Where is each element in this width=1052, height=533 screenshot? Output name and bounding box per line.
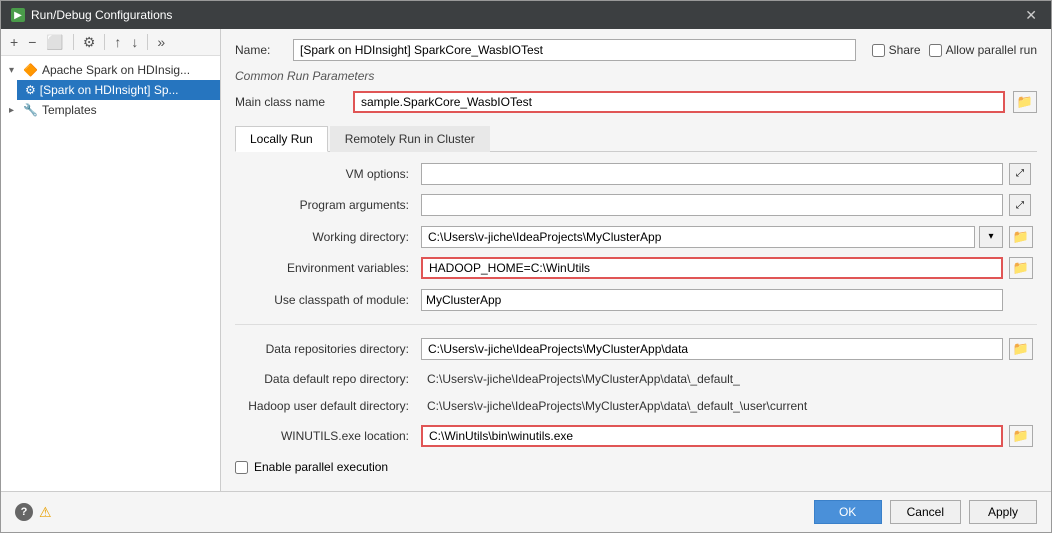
bottom-left: ? ⚠ — [15, 503, 52, 521]
env-vars-folder-button[interactable]: 📁 — [1009, 257, 1033, 279]
vm-options-label: VM options: — [235, 167, 415, 181]
right-panel: Name: Share Allow parallel run Common Ru… — [221, 29, 1051, 491]
hadoop-user-value: C:\Users\v-jiche\IdeaProjects\MyClusterA… — [421, 397, 1003, 415]
name-input[interactable] — [293, 39, 856, 61]
settings-button[interactable]: ⚙ — [80, 33, 99, 51]
main-content: + − ⬜ ⚙ ↑ ↓ » ▾ 🔶 Apache Spark on HDInsi… — [1, 29, 1051, 491]
copy-config-button[interactable]: ⬜ — [43, 33, 66, 51]
more-button[interactable]: » — [154, 33, 168, 51]
remove-config-button[interactable]: − — [25, 33, 39, 51]
allow-parallel-checkbox[interactable] — [929, 44, 942, 57]
env-vars-label: Environment variables: — [235, 261, 415, 275]
toolbar-separator3 — [147, 34, 148, 50]
enable-parallel-row: Enable parallel execution — [235, 456, 1037, 478]
main-class-label: Main class name — [235, 95, 345, 109]
data-default-value: C:\Users\v-jiche\IdeaProjects\MyClusterA… — [421, 370, 1003, 388]
main-class-input[interactable] — [353, 91, 1005, 113]
allow-parallel-label: Allow parallel run — [946, 43, 1037, 57]
share-row: Share Allow parallel run — [872, 43, 1037, 57]
env-vars-input[interactable] — [421, 257, 1003, 279]
warning-icon: ⚠ — [39, 504, 52, 521]
share-checkbox[interactable] — [872, 44, 885, 57]
hadoop-user-label: Hadoop user default directory: — [235, 399, 415, 413]
winutils-label: WINUTILS.exe location: — [235, 429, 415, 443]
tree-label-spark-hdinsight: [Spark on HDInsight] Sp... — [40, 83, 179, 97]
data-repo-label: Data repositories directory: — [235, 342, 415, 356]
data-default-label: Data default repo directory: — [235, 372, 415, 386]
toolbar-separator2 — [104, 34, 105, 50]
apply-button[interactable]: Apply — [969, 500, 1037, 524]
tab-bar: Locally Run Remotely Run in Cluster — [235, 125, 1037, 152]
ok-button[interactable]: OK — [814, 500, 882, 524]
working-dir-row: ▾ — [421, 226, 1003, 248]
share-label: Share — [889, 43, 921, 57]
program-args-expand-button[interactable]: ⤢ — [1009, 194, 1031, 216]
config-tree: ▾ 🔶 Apache Spark on HDInsig... ⚙ [Spark … — [1, 56, 220, 491]
tab-remotely-run[interactable]: Remotely Run in Cluster — [330, 126, 490, 152]
spark-hdinsight-icon: ⚙ — [25, 83, 36, 97]
allow-parallel-checkbox-label[interactable]: Allow parallel run — [929, 43, 1037, 57]
templates-icon: 🔧 — [23, 103, 38, 117]
winutils-folder-button[interactable]: 📁 — [1009, 425, 1033, 447]
expand-arrow-templates: ▸ — [9, 105, 19, 116]
cancel-button[interactable]: Cancel — [890, 500, 961, 524]
vm-options-input[interactable] — [421, 163, 1003, 185]
share-checkbox-label[interactable]: Share — [872, 43, 921, 57]
left-panel: + − ⬜ ⚙ ↑ ↓ » ▾ 🔶 Apache Spark on HDInsi… — [1, 29, 221, 491]
bottom-right: OK Cancel Apply — [814, 500, 1037, 524]
tree-item-templates[interactable]: ▸ 🔧 Templates — [1, 100, 220, 120]
help-button[interactable]: ? — [15, 503, 33, 521]
config-toolbar: + − ⬜ ⚙ ↑ ↓ » — [1, 29, 220, 56]
toolbar-separator — [73, 34, 74, 50]
program-args-input[interactable] — [421, 194, 1003, 216]
locally-run-form: VM options: ⤢ Program arguments: ⤢ Worki… — [235, 160, 1037, 481]
name-row: Name: Share Allow parallel run — [235, 39, 1037, 61]
working-dir-label: Working directory: — [235, 230, 415, 244]
add-config-button[interactable]: + — [7, 33, 21, 51]
bottom-bar: ? ⚠ OK Cancel Apply — [1, 491, 1051, 532]
data-repo-folder-button[interactable]: 📁 — [1009, 338, 1033, 360]
classpath-select[interactable]: MyClusterApp — [421, 289, 1003, 311]
tree-item-apache-spark[interactable]: ▾ 🔶 Apache Spark on HDInsig... — [1, 60, 220, 80]
tree-item-spark-hdinsight[interactable]: ⚙ [Spark on HDInsight] Sp... — [17, 80, 220, 100]
winutils-input[interactable] — [421, 425, 1003, 447]
expand-arrow-apache-spark: ▾ — [9, 65, 19, 76]
vm-options-expand-button[interactable]: ⤢ — [1009, 163, 1031, 185]
working-dir-folder-button[interactable]: 📁 — [1009, 226, 1033, 248]
move-up-button[interactable]: ↑ — [111, 33, 124, 51]
run-debug-icon: ▶ — [11, 8, 25, 22]
title-bar: ▶ Run/Debug Configurations ✕ — [1, 1, 1051, 29]
apache-spark-icon: 🔶 — [23, 63, 38, 77]
run-debug-dialog: ▶ Run/Debug Configurations ✕ + − ⬜ ⚙ ↑ ↓… — [0, 0, 1052, 533]
tree-label-apache-spark: Apache Spark on HDInsig... — [42, 63, 190, 77]
data-repo-input[interactable] — [421, 338, 1003, 360]
working-dir-dropdown-button[interactable]: ▾ — [979, 226, 1003, 248]
move-down-button[interactable]: ↓ — [128, 33, 141, 51]
classpath-select-wrapper: MyClusterApp — [421, 289, 1003, 311]
tab-locally-run[interactable]: Locally Run — [235, 126, 328, 152]
title-bar-left: ▶ Run/Debug Configurations — [11, 8, 172, 22]
use-classpath-label: Use classpath of module: — [235, 293, 415, 307]
name-field-label: Name: — [235, 43, 285, 57]
dialog-title: Run/Debug Configurations — [31, 8, 172, 22]
program-args-label: Program arguments: — [235, 198, 415, 212]
form-divider — [235, 324, 1037, 325]
working-dir-input[interactable] — [421, 226, 975, 248]
section-title: Common Run Parameters — [235, 69, 1037, 83]
close-button[interactable]: ✕ — [1021, 7, 1041, 24]
main-class-row: Main class name 📁 — [235, 91, 1037, 113]
enable-parallel-checkbox[interactable] — [235, 461, 248, 474]
tree-label-templates: Templates — [42, 103, 97, 117]
enable-parallel-label[interactable]: Enable parallel execution — [254, 460, 388, 474]
main-class-folder-button[interactable]: 📁 — [1013, 91, 1037, 113]
